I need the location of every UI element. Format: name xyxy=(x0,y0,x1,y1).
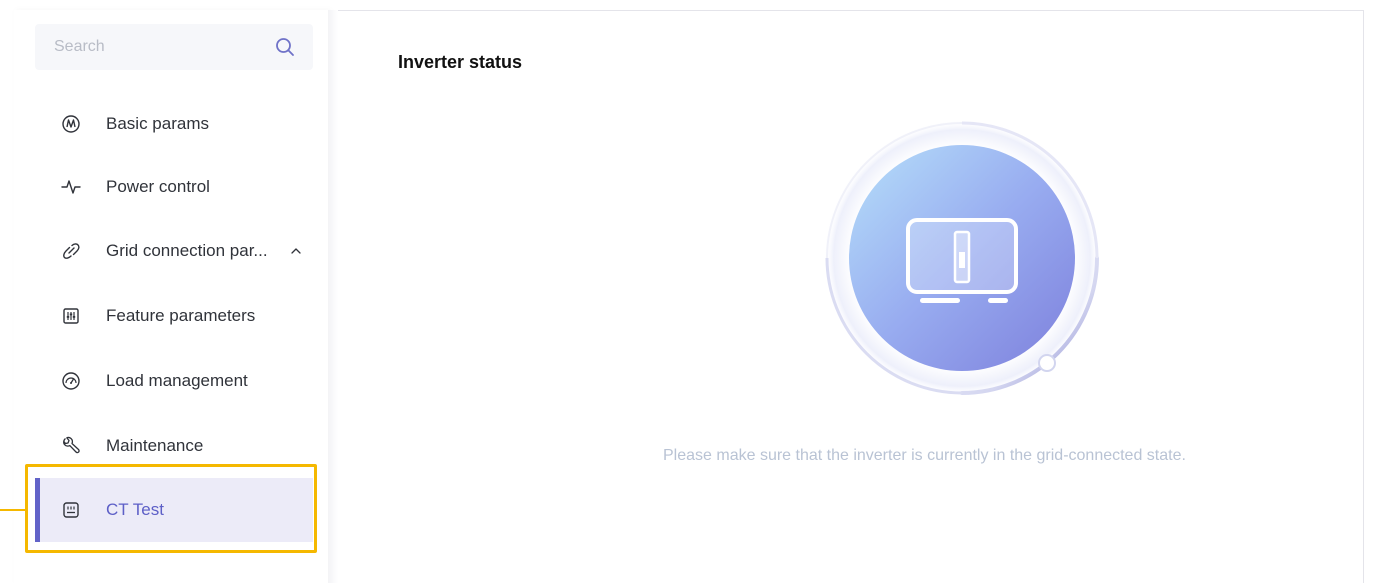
search-input[interactable]: Search xyxy=(54,38,105,56)
wrench-icon xyxy=(62,436,80,454)
gauge-icon xyxy=(62,372,80,390)
sidebar-item-label: Feature parameters xyxy=(106,306,256,325)
status-hint: Please make sure that the inverter is cu… xyxy=(663,447,1186,464)
search-box[interactable]: Search xyxy=(35,24,313,70)
sidebar-divider xyxy=(328,10,338,583)
sidebar-item-ct-test[interactable]: CT Test xyxy=(35,478,313,542)
sidebar-item-power-control[interactable]: Power control xyxy=(35,156,313,218)
sidebar-item-basic-params[interactable]: Basic params xyxy=(35,93,313,155)
sidebar-item-label: Basic params xyxy=(106,114,209,133)
sidebar-item-load-management[interactable]: Load management xyxy=(35,350,313,412)
chevron-up-icon[interactable] xyxy=(290,245,302,257)
device-icon xyxy=(63,502,79,518)
pulse-icon xyxy=(61,180,81,194)
waveform-circle-icon xyxy=(62,115,80,133)
sidebar-item-label: CT Test xyxy=(106,500,164,519)
highlight-pointer-line xyxy=(0,509,26,511)
sidebar-item-label: Maintenance xyxy=(106,436,204,455)
search-icon[interactable] xyxy=(274,36,296,58)
sidebar-item-label: Power control xyxy=(106,177,210,196)
sliders-icon xyxy=(63,308,79,324)
page-title: Inverter status xyxy=(398,52,523,72)
sidebar-item-label: Load management xyxy=(106,371,248,390)
sidebar-item-feature-parameters[interactable]: Feature parameters xyxy=(35,285,313,347)
link-icon xyxy=(63,243,80,259)
inverter-icon xyxy=(824,120,1100,396)
sidebar-item-label: Grid connection par... xyxy=(106,241,268,260)
sidebar-item-maintenance[interactable]: Maintenance xyxy=(35,415,313,477)
sidebar-item-grid-connection[interactable]: Grid connection par... xyxy=(35,220,313,282)
active-indicator xyxy=(35,478,40,542)
